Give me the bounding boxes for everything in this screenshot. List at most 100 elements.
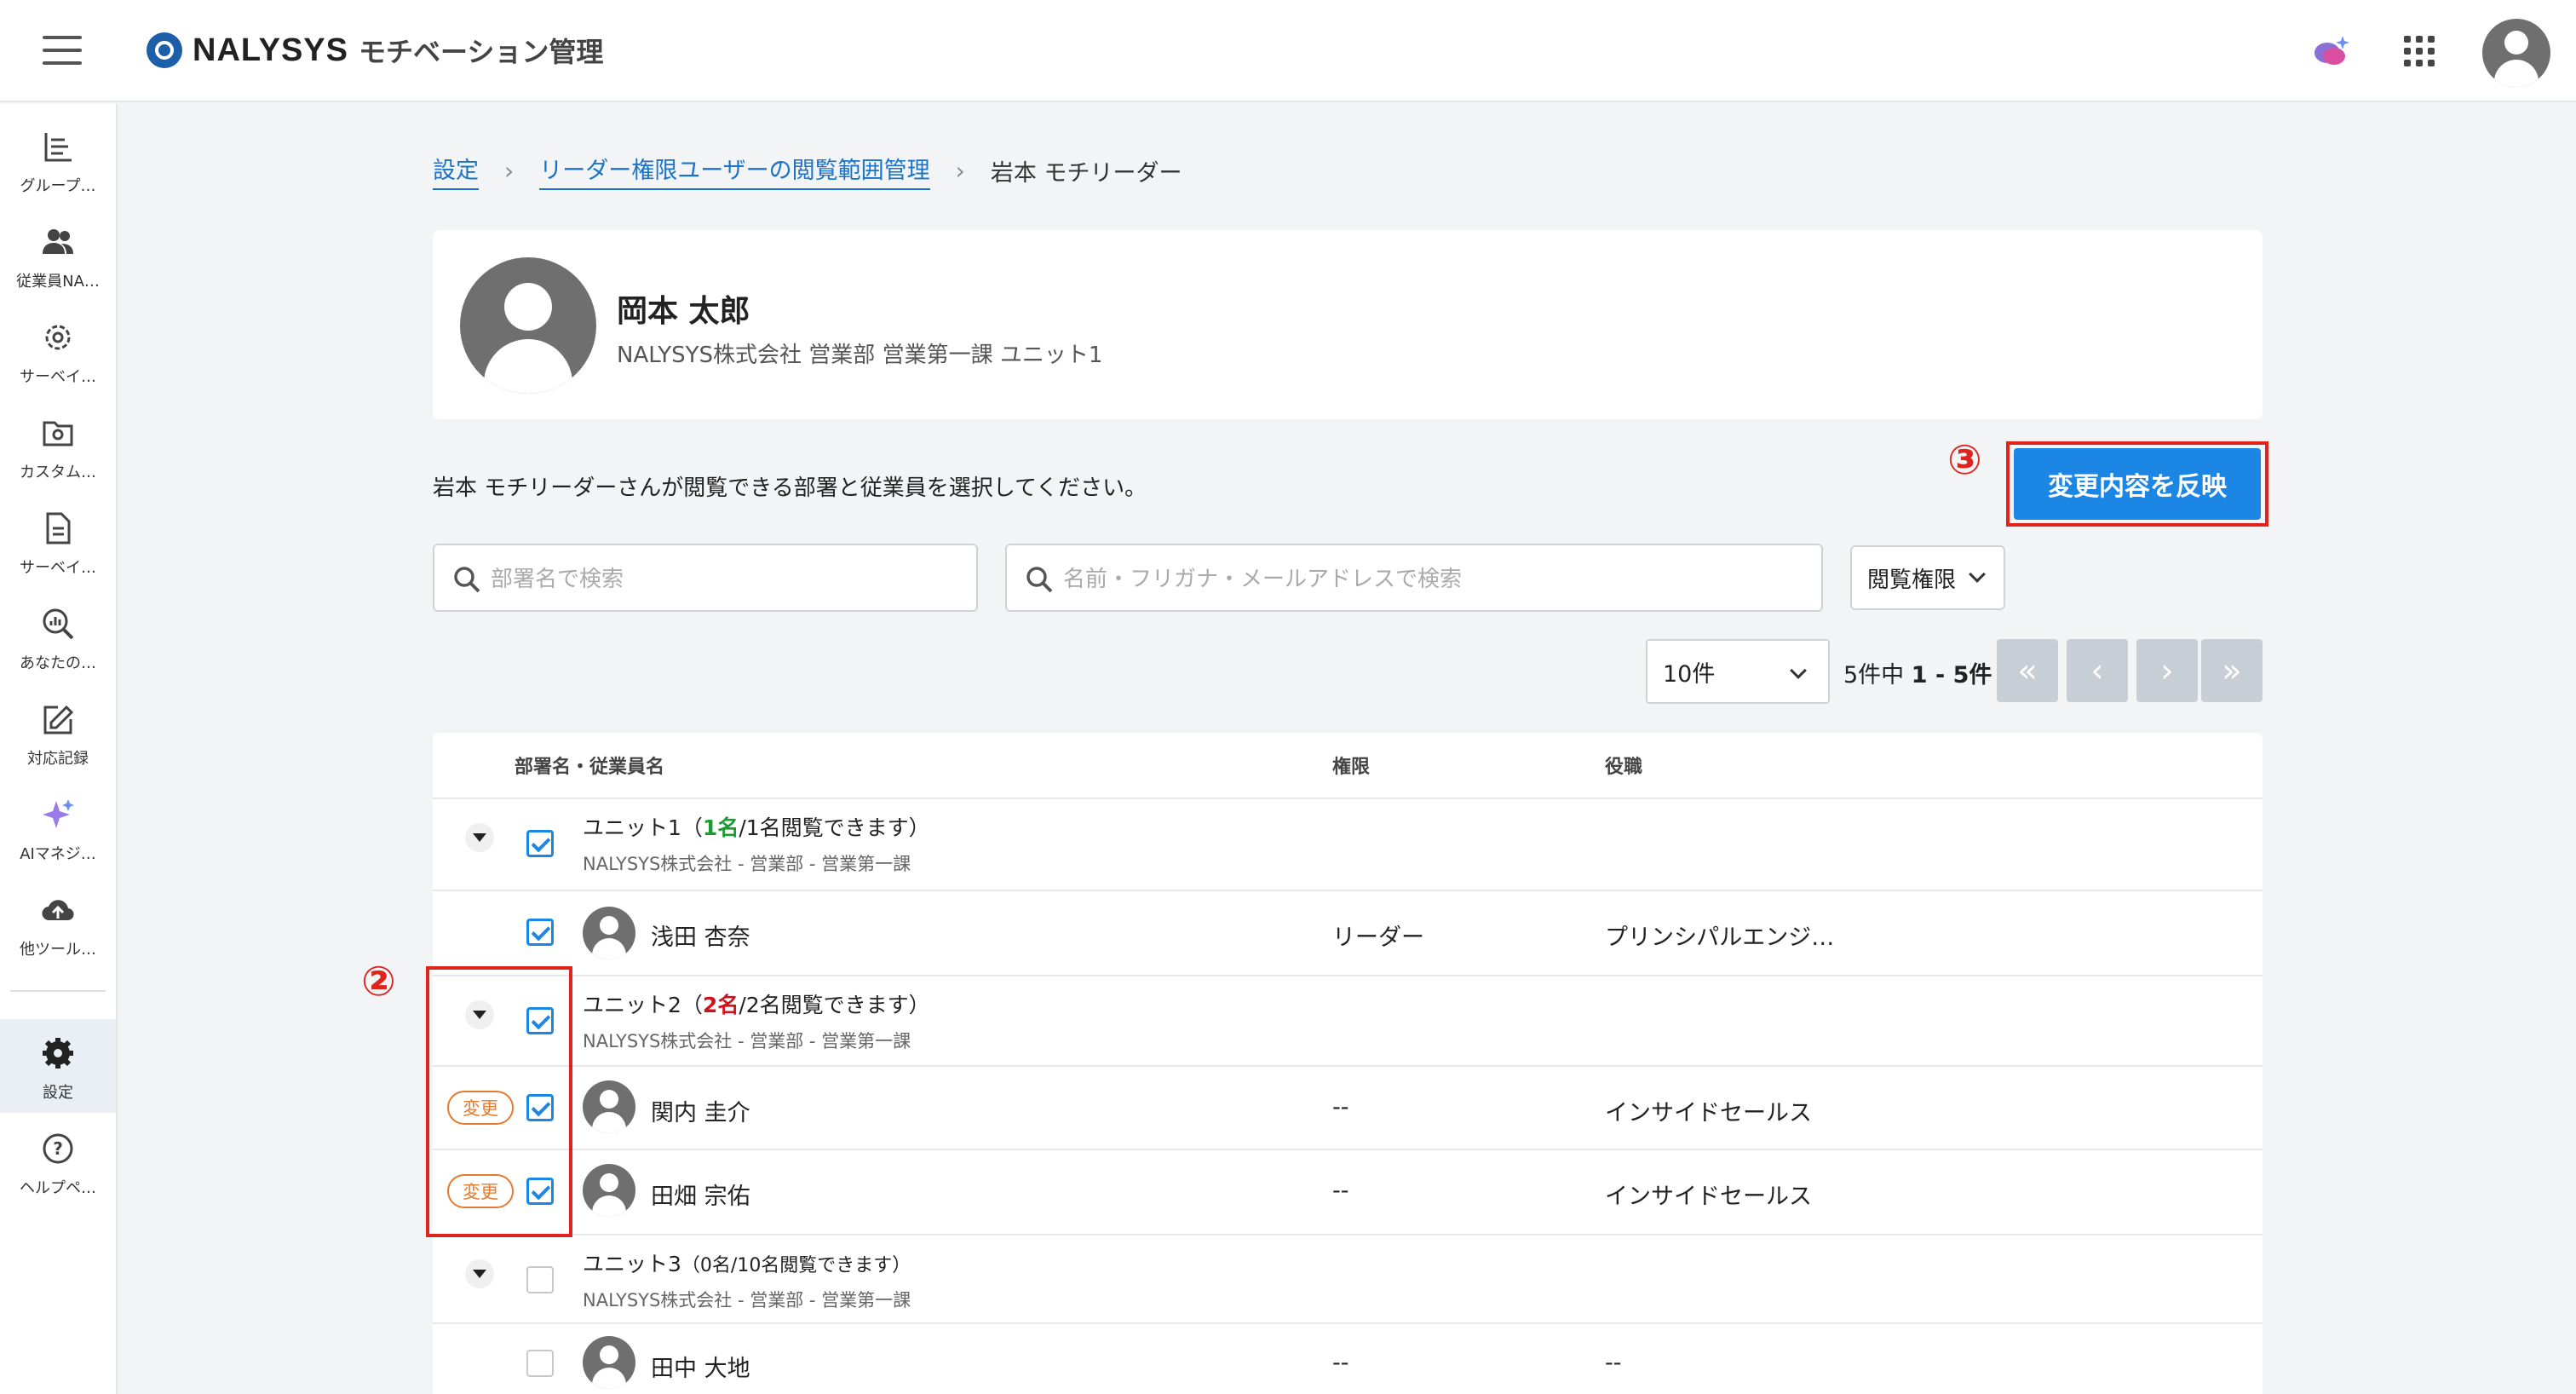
employee-permission: -- — [1332, 1094, 1349, 1120]
sidebar-item-your[interactable]: あなたの… — [0, 590, 116, 683]
user-avatar-icon[interactable] — [2482, 19, 2550, 87]
people-icon — [43, 229, 73, 254]
employee-title: プリンシパルエンジ… — [1605, 925, 1835, 951]
next-page-button[interactable]: › — [2136, 639, 2198, 702]
unit-name: ユニット1（1名/1名閲覧できます） — [583, 811, 930, 842]
member-table: 部署名・従業員名 権限 役職 ユニット1（1名/1名閲覧できます） NALYSY… — [433, 733, 2263, 1394]
unit-checkbox[interactable] — [526, 830, 554, 857]
sidebar-item-label: 従業員NA… — [16, 273, 100, 291]
gear-icon — [43, 1038, 73, 1069]
employee-permission: -- — [1332, 1178, 1349, 1204]
unit-name-text: ユニット1 — [583, 815, 681, 840]
apps-grid-icon[interactable] — [2404, 36, 2435, 66]
employee-checkbox[interactable] — [526, 1350, 554, 1377]
collapse-toggle-icon[interactable] — [465, 1259, 494, 1288]
unit-name-text: ユニット2 — [583, 993, 681, 1017]
chevron-right-icon: › — [504, 157, 515, 185]
sidebar-item-other-tools[interactable]: 他ツール… — [0, 876, 116, 970]
unit-count-open: （ — [681, 993, 703, 1017]
unit-count-rest: /1名閲覧できます） — [739, 815, 930, 840]
logo-product: モチベーション管理 — [359, 36, 604, 68]
bar-list-icon — [44, 133, 72, 162]
employee-name: 田中 大地 — [651, 1356, 750, 1382]
per-page-value: 10件 — [1663, 660, 1716, 688]
breadcrumb-settings-link[interactable]: 設定 — [433, 152, 479, 190]
sidebar-item-label: あなたの… — [20, 654, 96, 672]
edit-icon — [43, 705, 74, 734]
employee-title: インサイドセールス — [1605, 1100, 1812, 1126]
unit-checkbox[interactable] — [526, 1266, 554, 1293]
unit-name: ユニット2（2名/2名閲覧できます） — [583, 988, 930, 1019]
menu-icon[interactable] — [43, 36, 82, 65]
page-info: 5件中 1 - 5件 — [1843, 656, 1992, 689]
sidebar-item-settings[interactable]: 設定 — [0, 1019, 116, 1113]
unit-count-text: （0名/10名閲覧できます） — [681, 1255, 911, 1276]
filter-label: 閲覧権限 — [1867, 567, 1957, 593]
apply-changes-button[interactable]: 変更内容を反映 — [2014, 448, 2261, 520]
top-bar: NALYSYS モチベーション管理 — [0, 0, 2576, 102]
logo-mark-icon — [147, 32, 182, 68]
sidebar-item-help[interactable]: ? ヘルプペ… — [0, 1115, 116, 1208]
per-page-select[interactable]: 10件 — [1646, 639, 1830, 704]
employee-avatar-icon — [583, 907, 635, 959]
sidebar-item-label: カスタム… — [20, 464, 96, 481]
sidebar-item-label: サーベイ… — [20, 368, 96, 386]
page-info-total: 5件中 — [1843, 662, 1905, 688]
prev-page-button[interactable]: ‹ — [2067, 639, 2128, 702]
gear-outline-icon — [45, 325, 71, 350]
collapse-toggle-icon[interactable] — [465, 823, 494, 852]
employee-avatar-icon — [583, 1080, 635, 1133]
unit-count-selected: 1名 — [702, 815, 739, 840]
unit-path: NALYSYS株式会社 - 営業部 - 営業第一課 — [583, 1031, 911, 1051]
unit-count-selected: 2名 — [702, 993, 739, 1017]
employee-search-input[interactable] — [1063, 561, 1804, 598]
column-header-title: 役職 — [1605, 757, 1643, 778]
employee-row: 田中 大地 -- -- — [433, 1322, 2263, 1394]
employee-permission: リーダー — [1332, 925, 1424, 951]
sidebar-item-label: AIマネジ… — [20, 845, 96, 863]
sidebar-item-employees[interactable]: 従業員NA… — [0, 208, 116, 302]
folder-gear-icon — [43, 421, 73, 446]
logo-brand: NALYSYS — [193, 32, 348, 68]
chat-sparkle-icon[interactable] — [2312, 34, 2349, 68]
employee-search-box — [1005, 544, 1823, 612]
dept-search-box — [433, 544, 978, 612]
unit-count-open: （ — [681, 815, 703, 840]
employee-checkbox[interactable] — [526, 919, 554, 946]
employee-title: -- — [1605, 1350, 1622, 1376]
annotation-frame-changes — [426, 966, 572, 1237]
employee-name: 田畑 宗佑 — [651, 1184, 750, 1210]
unit-path: NALYSYS株式会社 - 営業部 - 営業第一課 — [583, 854, 911, 874]
sidebar-item-records[interactable]: 対応記録 — [0, 685, 116, 779]
sidebar-item-survey[interactable]: サーベイ… — [0, 494, 116, 588]
sidebar-item-survey-settings[interactable]: サーベイ… — [0, 303, 116, 397]
last-page-button[interactable]: » — [2201, 639, 2263, 702]
profile-avatar-icon — [460, 257, 596, 394]
employee-name: 浅田 杏奈 — [651, 925, 750, 951]
breadcrumb-viewing-scope-link[interactable]: リーダー権限ユーザーの閲覧範囲管理 — [539, 152, 930, 190]
first-page-button[interactable]: « — [1997, 639, 2058, 702]
sidebar-item-label: 設定 — [43, 1084, 73, 1102]
chevron-down-icon — [1790, 662, 1807, 679]
unit-row: ユニット2（2名/2名閲覧できます） NALYSYS株式会社 - 営業部 - 営… — [433, 975, 2263, 1065]
sidebar: グループ… 従業員NA… サーベイ… カスタム… サーベイ… あなたの… 対応記… — [0, 104, 118, 1394]
logo[interactable]: NALYSYS モチベーション管理 — [147, 31, 603, 70]
sidebar-item-label: サーベイ… — [20, 559, 96, 577]
unit-row: ユニット1（1名/1名閲覧できます） NALYSYS株式会社 - 営業部 - 営… — [433, 798, 2263, 890]
sidebar-item-label: 他ツール… — [20, 941, 96, 959]
sidebar-item-group[interactable]: グループ… — [0, 112, 116, 206]
sidebar-item-ai[interactable]: AIマネジ… — [0, 781, 116, 874]
search-icon — [1026, 567, 1053, 593]
column-header-name: 部署名・従業員名 — [515, 757, 665, 778]
dept-search-input[interactable] — [491, 561, 968, 598]
annotation-marker-2: ② — [361, 958, 396, 1005]
permission-filter-select[interactable]: 閲覧権限 — [1850, 545, 2005, 610]
search-icon — [454, 567, 480, 593]
employee-name: 関内 圭介 — [651, 1100, 750, 1126]
unit-count-rest: /2名閲覧できます） — [739, 993, 930, 1017]
annotation-marker-3: ③ — [1947, 436, 1982, 484]
sidebar-item-custom[interactable]: カスタム… — [0, 399, 116, 493]
cloud-upload-icon — [42, 900, 74, 921]
profile-card: 岡本 太郎 NALYSYS株式会社 営業部 営業第一課 ユニット1 — [433, 230, 2263, 419]
employee-row: 変更 関内 圭介 -- インサイドセールス — [433, 1065, 2263, 1149]
